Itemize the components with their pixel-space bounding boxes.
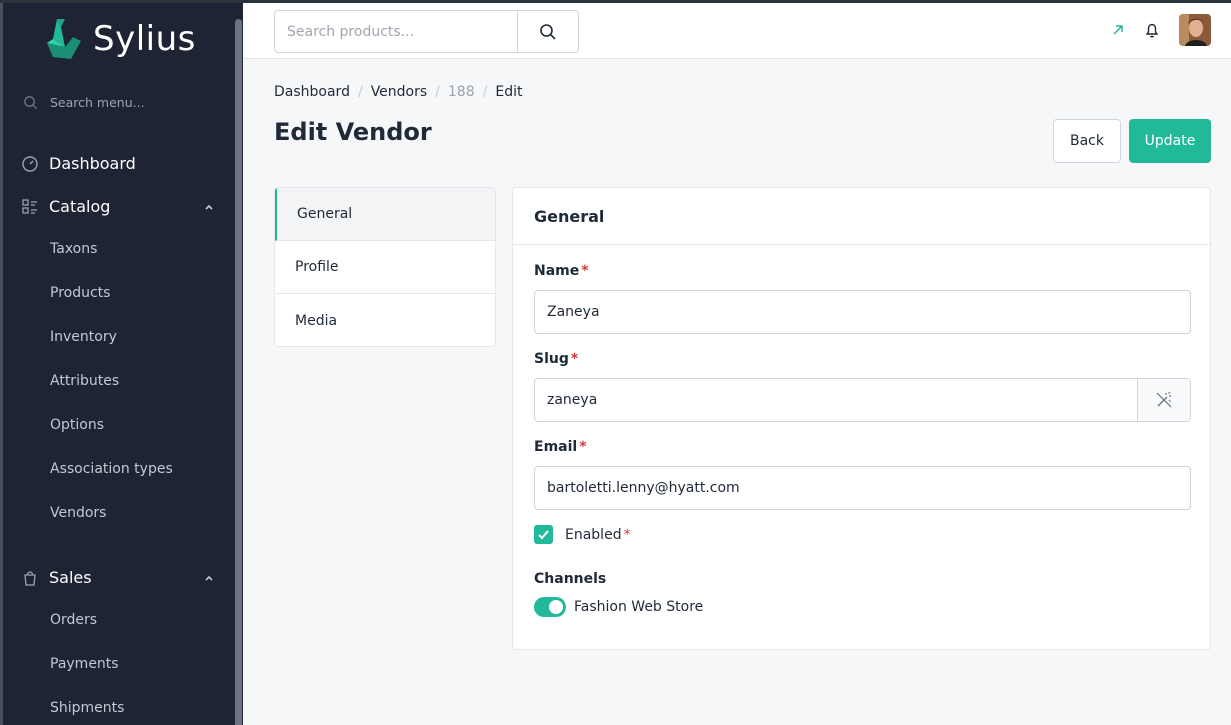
tab-general[interactable]: General (275, 188, 495, 241)
sidebar-item-catalog[interactable]: Catalog (21, 197, 221, 216)
slug-field[interactable] (535, 379, 1137, 421)
email-label: Email * (534, 439, 587, 455)
form-tabs: General Profile Media (274, 187, 496, 347)
sidebar-item-attributes[interactable]: Attributes (50, 373, 119, 389)
avatar[interactable] (1179, 14, 1211, 46)
required-asterisk: * (623, 526, 631, 543)
search-icon (24, 96, 38, 110)
back-button[interactable]: Back (1053, 119, 1121, 163)
chevron-up-icon (205, 204, 213, 210)
sidebar-item-association-types[interactable]: Association types (50, 461, 173, 477)
name-label-text: Name (534, 263, 580, 279)
external-link-icon[interactable] (1111, 23, 1125, 37)
search-input[interactable] (275, 11, 517, 52)
sidebar-item-options[interactable]: Options (50, 417, 104, 433)
generate-slug-button[interactable] (1137, 379, 1190, 421)
sidebar-search-placeholder: Search menu... (50, 95, 145, 110)
enabled-label: Enabled * (565, 527, 631, 543)
name-label: Name * (534, 263, 589, 279)
sidebar-scrollbar-thumb[interactable] (235, 19, 242, 725)
tab-media[interactable]: Media (275, 294, 495, 346)
channel-toggle[interactable] (534, 597, 566, 617)
tab-profile[interactable]: Profile (275, 241, 495, 294)
breadcrumb-edit: Edit (495, 84, 523, 100)
sidebar-item-sales[interactable]: Sales (21, 568, 221, 587)
breadcrumb-vendor-id: 188 (447, 84, 475, 100)
required-asterisk: * (579, 439, 587, 455)
required-asterisk: * (570, 351, 579, 367)
check-icon (538, 530, 549, 540)
sidebar-search[interactable]: Search menu... (23, 95, 145, 110)
breadcrumb-separator: / (435, 84, 440, 100)
sidebar: Sylius Search menu... Dashboard Catalog … (0, 3, 243, 725)
enabled-label-text: Enabled (565, 526, 622, 543)
slug-label-text: Slug (534, 351, 569, 367)
user-avatar-image (1179, 14, 1211, 46)
sidebar-item-dashboard[interactable]: Dashboard (21, 154, 221, 173)
wand-icon (1156, 391, 1172, 408)
search-icon (540, 23, 556, 40)
sidebar-item-vendors[interactable]: Vendors (50, 505, 106, 521)
slug-input-group (534, 378, 1191, 422)
breadcrumb: Dashboard / Vendors / 188 / Edit (274, 84, 522, 100)
list-details-icon (22, 198, 37, 214)
update-button[interactable]: Update (1129, 119, 1211, 163)
breadcrumb-dashboard[interactable]: Dashboard (274, 84, 350, 100)
channels-label: Channels (534, 571, 607, 587)
general-form-card: General Name* Slug* Email* Enab (512, 187, 1211, 650)
breadcrumb-vendors[interactable]: Vendors (371, 84, 427, 100)
page-title: Edit Vendor (274, 118, 432, 146)
search-button[interactable] (517, 11, 578, 52)
sidebar-item-orders[interactable]: Orders (50, 612, 97, 628)
email-label-text: Email (534, 439, 578, 455)
product-search (274, 10, 579, 53)
sidebar-item-label: Catalog (49, 197, 111, 216)
sidebar-item-shipments[interactable]: Shipments (50, 700, 124, 716)
required-asterisk: * (581, 263, 589, 279)
enabled-checkbox[interactable] (534, 525, 553, 544)
name-field[interactable] (534, 290, 1191, 334)
chevron-up-icon (205, 575, 213, 581)
sidebar-item-taxons[interactable]: Taxons (50, 241, 97, 257)
breadcrumb-separator: / (357, 84, 363, 100)
shopping-bag-icon (24, 570, 36, 586)
top-bar-actions (1111, 14, 1211, 46)
dashboard-gauge-icon (22, 155, 38, 172)
swan-logo-icon (47, 19, 81, 59)
slug-label: Slug * (534, 351, 578, 367)
sidebar-item-label: Dashboard (49, 154, 136, 173)
enabled-checkbox-row: Enabled * (534, 525, 631, 544)
sidebar-item-inventory[interactable]: Inventory (50, 329, 117, 345)
toggle-knob (549, 600, 563, 614)
email-field[interactable] (534, 466, 1191, 510)
bell-icon[interactable] (1143, 21, 1161, 39)
sidebar-item-label: Sales (49, 568, 92, 587)
sidebar-item-products[interactable]: Products (50, 285, 110, 301)
channel-option-label: Fashion Web Store (574, 599, 704, 615)
breadcrumb-separator: / (482, 84, 488, 100)
sidebar-item-payments[interactable]: Payments (50, 656, 119, 672)
sylius-logo[interactable]: Sylius (43, 17, 196, 61)
top-bar (243, 3, 1231, 59)
card-title: General (513, 188, 1210, 245)
logo-text: Sylius (93, 19, 196, 59)
channel-toggle-row: Fashion Web Store (534, 597, 703, 617)
